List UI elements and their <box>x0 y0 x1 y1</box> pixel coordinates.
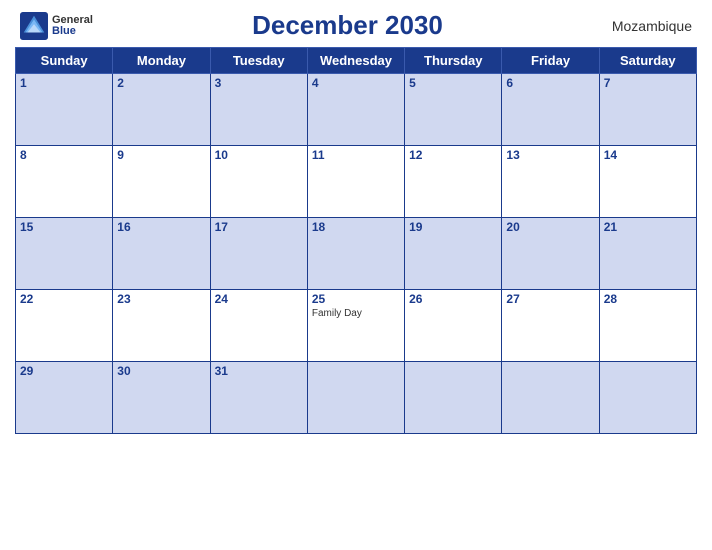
calendar-title: December 2030 <box>93 10 602 41</box>
day-cell: 6 <box>502 74 599 146</box>
date-number: 5 <box>409 76 497 90</box>
header-row: General Blue December 2030 Mozambique <box>15 10 697 41</box>
date-number: 22 <box>20 292 108 306</box>
day-cell: 13 <box>502 146 599 218</box>
day-cell: 4 <box>307 74 404 146</box>
week-row-3: 15 16 17 18 19 20 21 <box>16 218 697 290</box>
day-cell: 1 <box>16 74 113 146</box>
week-row-2: 89 10 11 12 13 14 <box>16 146 697 218</box>
day-cell: 3 <box>210 74 307 146</box>
day-cell: 20 <box>502 218 599 290</box>
day-cell: 31 <box>210 362 307 434</box>
day-cell: 8 <box>16 146 113 218</box>
day-cell: 25 Family Day <box>307 290 404 362</box>
day-cell: 27 <box>502 290 599 362</box>
day-cell: 2 <box>113 74 210 146</box>
day-cell <box>502 362 599 434</box>
date-number: 4 <box>312 76 400 90</box>
date-number: 17 <box>215 220 303 234</box>
day-cell: 7 <box>599 74 696 146</box>
date-number: 13 <box>506 148 594 162</box>
date-number: 6 <box>506 76 594 90</box>
day-cell: 23 <box>113 290 210 362</box>
date-number: 14 <box>604 148 692 162</box>
day-cell: 9 <box>113 146 210 218</box>
day-cell: 18 <box>307 218 404 290</box>
day-cell: 24 <box>210 290 307 362</box>
header-monday: Monday <box>113 48 210 74</box>
header-friday: Friday <box>502 48 599 74</box>
header-saturday: Saturday <box>599 48 696 74</box>
calendar-container: General Blue December 2030 Mozambique Su… <box>0 0 712 449</box>
date-number: 20 <box>506 220 594 234</box>
generalblue-logo-icon <box>20 12 48 40</box>
day-cell: 5 <box>405 74 502 146</box>
week-row-1: 1234567 <box>16 74 697 146</box>
logo-text: General Blue <box>52 15 93 37</box>
weekday-header-row: Sunday Monday Tuesday Wednesday Thursday… <box>16 48 697 74</box>
date-number: 1 <box>20 76 108 90</box>
day-cell: 28 <box>599 290 696 362</box>
day-cell: 21 <box>599 218 696 290</box>
day-cell: 12 <box>405 146 502 218</box>
date-number: 7 <box>604 76 692 90</box>
date-number: 11 <box>312 148 400 162</box>
logo-general-text: General <box>52 15 93 26</box>
date-number: 15 <box>20 220 108 234</box>
header-tuesday: Tuesday <box>210 48 307 74</box>
date-number: 29 <box>20 364 108 378</box>
day-cell: 17 <box>210 218 307 290</box>
date-number: 8 <box>20 148 108 162</box>
date-number: 28 <box>604 292 692 306</box>
date-number: 30 <box>117 364 205 378</box>
day-cell: 15 <box>16 218 113 290</box>
date-number: 31 <box>215 364 303 378</box>
day-cell <box>307 362 404 434</box>
logo-blue-text: Blue <box>52 26 93 37</box>
week-row-4: 22 23 24 25 Family Day 26 27 28 <box>16 290 697 362</box>
country-name: Mozambique <box>602 18 692 34</box>
day-cell: 29 <box>16 362 113 434</box>
date-number: 3 <box>215 76 303 90</box>
event-label: Family Day <box>312 308 400 319</box>
date-number: 21 <box>604 220 692 234</box>
logo-area: General Blue <box>20 12 93 40</box>
day-cell: 14 <box>599 146 696 218</box>
date-number: 19 <box>409 220 497 234</box>
header-wednesday: Wednesday <box>307 48 404 74</box>
date-number: 18 <box>312 220 400 234</box>
date-number: 10 <box>215 148 303 162</box>
day-cell: 10 <box>210 146 307 218</box>
day-cell: 16 <box>113 218 210 290</box>
day-cell <box>405 362 502 434</box>
date-number: 24 <box>215 292 303 306</box>
day-cell: 22 <box>16 290 113 362</box>
day-cell: 19 <box>405 218 502 290</box>
header-thursday: Thursday <box>405 48 502 74</box>
week-row-5: 29 30 31 <box>16 362 697 434</box>
day-cell: 11 <box>307 146 404 218</box>
date-number: 25 <box>312 292 400 306</box>
date-number: 9 <box>117 148 205 162</box>
calendar-table: Sunday Monday Tuesday Wednesday Thursday… <box>15 47 697 434</box>
date-number: 23 <box>117 292 205 306</box>
day-cell: 30 <box>113 362 210 434</box>
day-cell <box>599 362 696 434</box>
date-number: 2 <box>117 76 205 90</box>
date-number: 16 <box>117 220 205 234</box>
header-sunday: Sunday <box>16 48 113 74</box>
date-number: 12 <box>409 148 497 162</box>
date-number: 27 <box>506 292 594 306</box>
date-number: 26 <box>409 292 497 306</box>
day-cell: 26 <box>405 290 502 362</box>
